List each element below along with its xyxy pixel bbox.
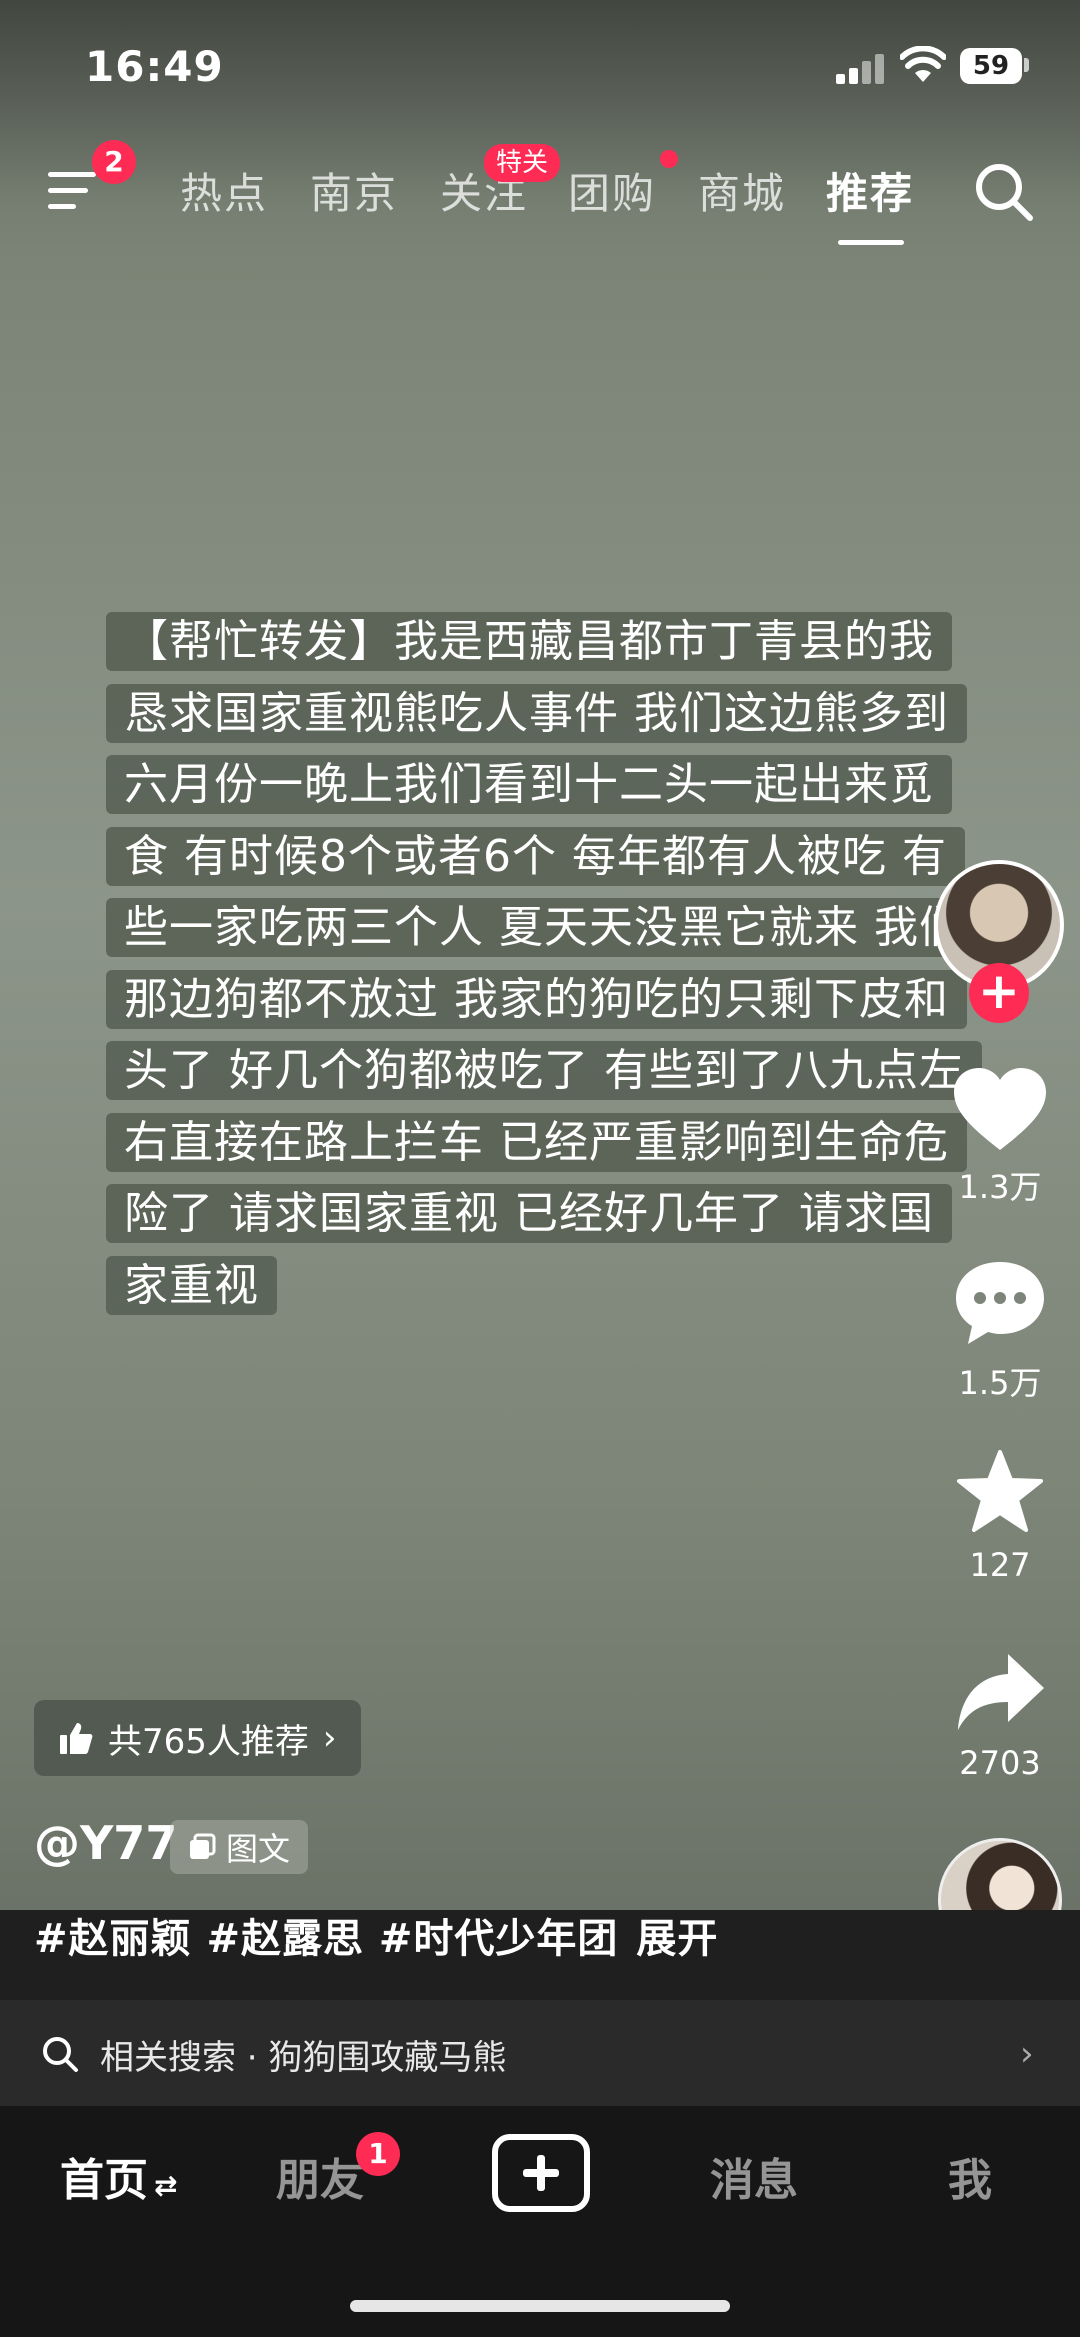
tab-home[interactable]: 首页 ⇄ [60,2144,177,2208]
post-text-content: 【帮忙转发】我是西藏昌都市丁青县的我恳求国家重视熊吃人事件 我们这边熊多到六月份… [106,612,982,1315]
battery-indicator: 59 [960,48,1022,84]
star-icon [957,1450,1043,1532]
hashtags[interactable]: #赵丽颖 #赵露思 #时代少年团 展开 [34,1906,718,1964]
comment-count: 1.5万 [958,1364,1042,1402]
menu-badge: 2 [92,140,136,184]
chevron-right-icon: › [1020,2034,1034,2074]
friends-badge: 1 [356,2132,400,2176]
tab-home-label: 首页 [60,2155,148,2206]
share-arrow-icon [958,1654,1044,1730]
favorite-button[interactable]: 127 [940,1448,1060,1584]
switch-arrows-icon: ⇄ [154,2169,178,2202]
signal-icon [836,52,884,84]
like-button[interactable]: 1.3万 [940,1066,1060,1208]
related-search-text[interactable]: 相关搜索 · 狗狗围攻藏马熊 [100,2030,506,2079]
active-tab-underline [838,240,904,245]
share-count: 2703 [959,1744,1041,1782]
heart-icon [954,1068,1046,1150]
battery-nub [1024,58,1029,72]
image-post-icon [190,1833,216,1859]
tab-friends[interactable]: 朋友 [276,2144,364,2208]
group-buy-dot [660,150,678,168]
favorite-count: 127 [969,1546,1031,1584]
like-count: 1.3万 [958,1168,1042,1206]
recommend-text: 共765人推荐 [108,1721,309,1762]
share-button[interactable]: 2703 [940,1650,1060,1782]
author-name[interactable]: @Y77 [34,1816,177,1870]
search-icon-small [43,2037,78,2072]
tab-nanjing[interactable]: 南京 [310,160,398,221]
tab-mall[interactable]: 商城 [698,160,786,221]
tab-messages[interactable]: 消息 [710,2144,798,2208]
menu-icon[interactable] [48,168,96,212]
plus-icon [523,2155,559,2191]
thumbs-up-icon [60,1723,93,1754]
expand-link[interactable]: 展开 [636,1916,718,1962]
status-time: 16:49 [85,42,224,91]
recommend-pill[interactable]: 共765人推荐 › [34,1700,361,1776]
wifi-icon [900,46,946,82]
post-type-tag: 图文 [170,1820,309,1874]
create-button[interactable] [492,2134,590,2212]
home-indicator [350,2300,730,2312]
tab-me[interactable]: 我 [948,2144,992,2208]
tab-recommend[interactable]: 推荐 [826,160,914,221]
follow-button[interactable]: + [969,963,1029,1023]
hashtag-list[interactable]: #赵丽颖 #赵露思 #时代少年团 [34,1916,618,1962]
tab-hot[interactable]: 热点 [180,160,268,221]
tab-group-buy[interactable]: 团购 [568,160,656,221]
post-type-label: 图文 [226,1830,291,1868]
chevron-right-icon: › [322,1718,337,1758]
comment-button[interactable]: 1.5万 [940,1258,1060,1404]
comment-icon [956,1262,1044,1344]
search-icon[interactable] [972,160,1036,224]
special-follow-tag: 特关 [484,144,560,182]
post-text: 【帮忙转发】我是西藏昌都市丁青县的我恳求国家重视熊吃人事件 我们这边熊多到六月份… [106,606,982,1321]
